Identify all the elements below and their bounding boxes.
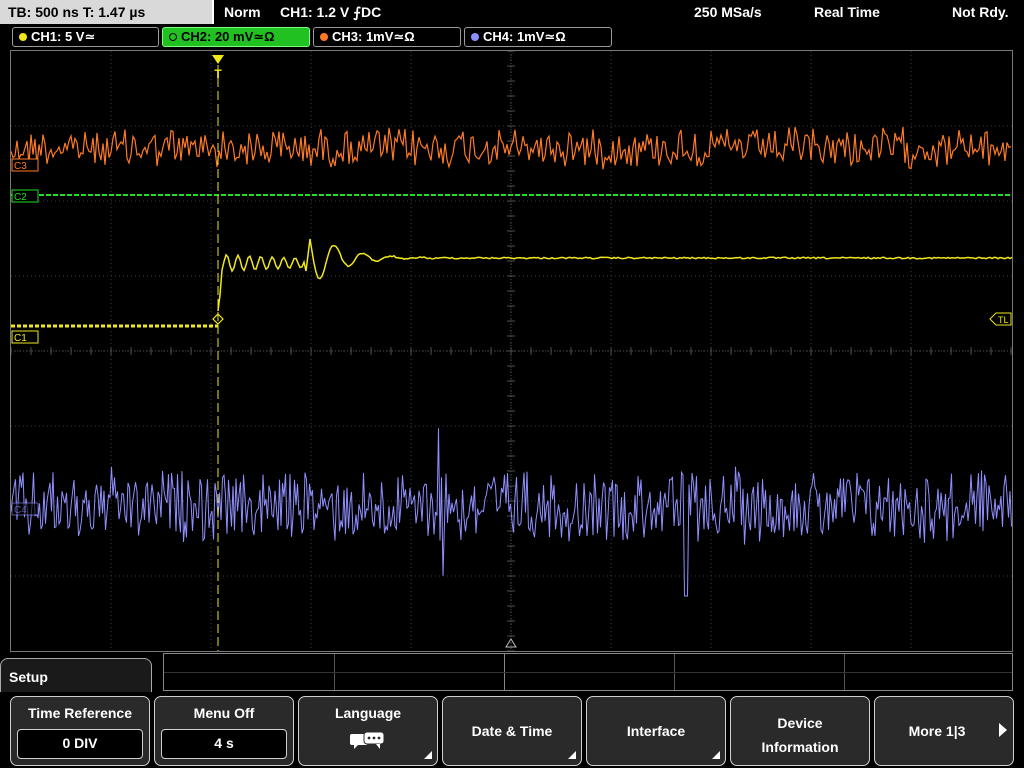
- channel-label-ch4: CH4: 1mV≃Ω: [483, 29, 566, 44]
- device-information-label-line1: Device: [777, 715, 823, 731]
- ch3-offset-marker[interactable]: C3: [11, 158, 39, 172]
- channel-tab-ch3[interactable]: CH3: 1mV≃Ω: [313, 27, 461, 47]
- ch4-offset-marker[interactable]: C4: [11, 502, 39, 516]
- trigger-position-marker[interactable]: T: [212, 55, 224, 81]
- trigger-status: Not Rdy.: [952, 4, 1009, 20]
- trigger-readout[interactable]: CH1: 1.2 V ⨍DC: [280, 0, 381, 24]
- status-separator: [212, 0, 214, 24]
- acquisition-mode[interactable]: Norm: [224, 0, 261, 24]
- language-label: Language: [334, 705, 402, 721]
- menu-off-label: Menu Off: [193, 705, 255, 721]
- channel-tab-ch2[interactable]: CH2: 20 mV≃Ω: [162, 27, 310, 47]
- channel-label-ch2: CH2: 20 mV≃Ω: [181, 29, 275, 44]
- time-reference-label: Time Reference: [27, 705, 132, 721]
- ch1-color-dot: [19, 33, 27, 41]
- ch2-offset-marker[interactable]: C2: [11, 189, 39, 203]
- acquisition-real-time: Real Time: [814, 4, 880, 20]
- channel-label-ch3: CH3: 1mV≃Ω: [332, 29, 415, 44]
- more-softkey[interactable]: More 1|3: [874, 696, 1014, 766]
- ch2-color-dot: [169, 33, 177, 41]
- submenu-indicator-icon: [568, 751, 576, 759]
- svg-text:C2: C2: [14, 192, 27, 203]
- ch3-color-dot: [320, 33, 328, 41]
- ch1-waveform: [217, 238, 1012, 312]
- more-label: More 1|3: [908, 723, 966, 739]
- trigger-level-marker[interactable]: TL: [989, 312, 1012, 326]
- date-time-label: Date & Time: [471, 723, 553, 739]
- channel-label-ch1: CH1: 5 V≃: [31, 29, 96, 44]
- device-information-softkey[interactable]: Device Information: [730, 696, 870, 766]
- ch1-offset-marker[interactable]: C1: [11, 330, 39, 344]
- svg-text:C1: C1: [14, 333, 27, 344]
- submenu-indicator-icon: [712, 751, 720, 759]
- date-time-softkey[interactable]: Date & Time: [442, 696, 582, 766]
- trigger-position-label: T: [214, 67, 222, 81]
- menu-off-value: 4 s: [161, 729, 287, 759]
- menu-off-softkey[interactable]: Menu Off 4 s: [154, 696, 294, 766]
- device-information-label-line2: Information: [761, 739, 839, 755]
- time-reference-softkey[interactable]: Time Reference 0 DIV: [10, 696, 150, 766]
- channel-tab-ch1[interactable]: CH1: 5 V≃: [12, 27, 159, 47]
- submenu-indicator-icon: [424, 751, 432, 759]
- speech-bubbles-icon: [350, 731, 385, 749]
- info-panel: [163, 653, 1013, 691]
- channel-tab-ch4[interactable]: CH4: 1mV≃Ω: [464, 27, 612, 47]
- interface-label: Interface: [626, 723, 686, 739]
- interface-softkey[interactable]: Interface: [586, 696, 726, 766]
- timebase-readout[interactable]: TB: 500 ns T: 1.47 µs: [0, 0, 212, 24]
- svg-text:TL: TL: [998, 315, 1009, 325]
- next-page-arrow-icon: [999, 723, 1007, 737]
- ch4-color-dot: [471, 33, 479, 41]
- svg-text:C3: C3: [14, 161, 27, 172]
- waveform-display[interactable]: T C3 C2 C1 C4 TL: [10, 50, 1013, 652]
- language-softkey[interactable]: Language: [298, 696, 438, 766]
- svg-text:C4: C4: [14, 505, 27, 516]
- graticule-grid: [11, 51, 1012, 651]
- status-bar: TB: 500 ns T: 1.47 µs Norm CH1: 1.2 V ⨍D…: [0, 0, 1024, 24]
- channel-tabs: CH1: 5 V≃ CH2: 20 mV≃Ω CH3: 1mV≃Ω CH4: 1…: [0, 26, 1024, 48]
- waveform-canvas[interactable]: T C3 C2 C1 C4 TL: [11, 51, 1012, 651]
- sample-rate: 250 MSa/s: [694, 4, 762, 20]
- time-reference-value: 0 DIV: [17, 729, 143, 759]
